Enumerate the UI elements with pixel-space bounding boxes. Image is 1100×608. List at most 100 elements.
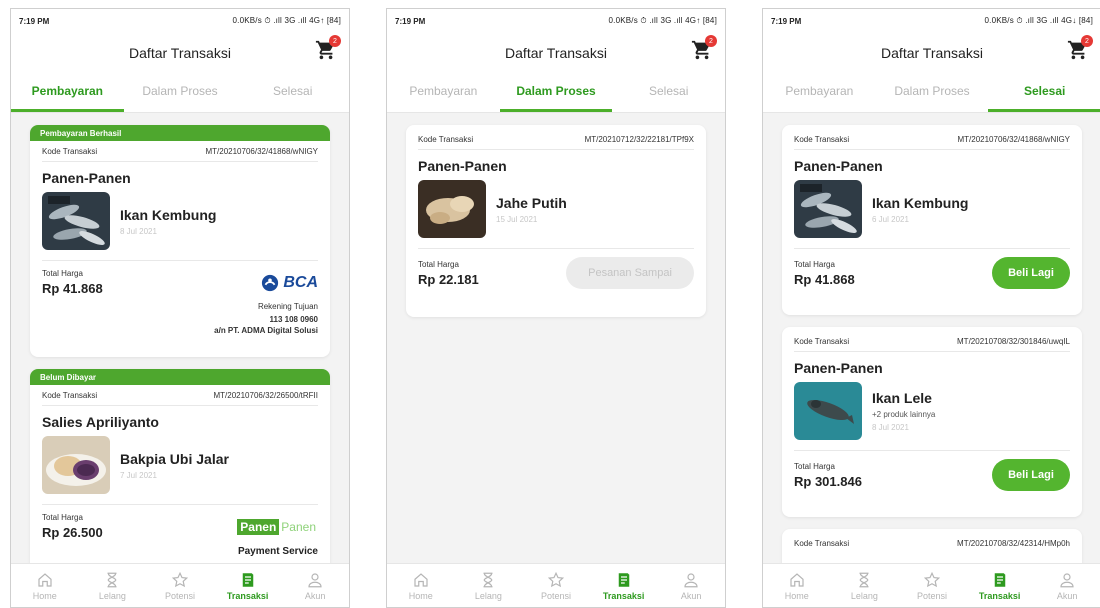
bca-logo: BCA (261, 274, 318, 292)
transaction-code-row: Kode Transaksi MT/20210708/32/42314/HMp0… (794, 529, 1070, 553)
product-date: 6 Jul 2021 (872, 214, 909, 224)
account-owner: a/n PT. ADMA Digital Solusi (214, 326, 318, 335)
transaction-code-row: Kode Transaksi MT/20210712/32/22181/TPf9… (418, 125, 694, 150)
tab-pembayaran[interactable]: Pembayaran (763, 73, 876, 112)
total-value: Rp 41.868 (794, 271, 855, 287)
nav-akun[interactable]: Akun (657, 564, 725, 607)
transaction-code: MT/20210706/32/41868/wNIGY (205, 147, 318, 156)
phone-pembayaran: 7:19 PM 0.0KB/s ⏱ .ıll 3G .ıll 4G↑ [84] … (10, 8, 350, 608)
app-header: Daftar Transaksi 2 (11, 33, 349, 73)
beli-lagi-button[interactable]: Beli Lagi (992, 257, 1070, 289)
total-value: Rp 41.868 (42, 281, 103, 296)
transaction-card[interactable]: Kode Transaksi MT/20210712/32/22181/TPf9… (406, 125, 706, 317)
transaction-code-label: Kode Transaksi (418, 135, 474, 144)
divider (794, 248, 1070, 249)
cart-button[interactable]: 2 (315, 35, 341, 61)
nav-lelang[interactable]: Lelang (455, 564, 523, 607)
home-icon (790, 572, 804, 587)
nav-transaksi[interactable]: Transaksi (214, 564, 282, 607)
transaction-card[interactable]: Kode Transaksi MT/20210708/32/42314/HMp0… (782, 529, 1082, 563)
merchant-name: Salies Apriliyanto (42, 414, 159, 430)
product-image (794, 180, 862, 238)
nav-lelang[interactable]: Lelang (831, 564, 899, 607)
app-header: Daftar Transaksi 2 (763, 33, 1100, 73)
transaction-code-row: Kode Transaksi MT/20210706/32/26500/tRFI… (42, 385, 318, 406)
product-name: Jahe Putih (496, 194, 567, 211)
page-title: Daftar Transaksi (129, 45, 231, 61)
transaction-card[interactable]: Belum Dibayar Kode Transaksi MT/20210706… (30, 369, 330, 563)
merchant-name: Panen-Panen (794, 158, 883, 174)
nav-transaksi[interactable]: Transaksi (590, 564, 658, 607)
bank-info: Rekening Tujuan 113 108 0960 a/n PT. ADM… (42, 302, 318, 335)
star-icon (923, 571, 941, 587)
app-header: Daftar Transaksi 2 (387, 33, 725, 73)
tab-dalam-proses[interactable]: Dalam Proses (124, 73, 237, 112)
tab-dalam-proses[interactable]: Dalam Proses (499, 73, 613, 112)
transaction-code-label: Kode Transaksi (42, 147, 98, 156)
product-date: 15 Jul 2021 (496, 214, 538, 224)
transaction-list: Pembayaran Berhasil Kode Transaksi MT/20… (11, 113, 349, 563)
tab-selesai[interactable]: Selesai (612, 73, 725, 112)
divider (42, 260, 318, 261)
tab-bar: Pembayaran Dalam Proses Selesai (11, 73, 349, 113)
product-name: Ikan Lele (872, 390, 932, 406)
pesanan-sampai-button[interactable]: Pesanan Sampai (566, 257, 694, 289)
product-row: Ikan Kembung 8 Jul 2021 (42, 192, 318, 250)
cart-button[interactable]: 2 (1067, 35, 1093, 61)
hourglass-icon (483, 572, 493, 587)
account-number: 113 108 0960 (269, 315, 319, 324)
transaction-code-label: Kode Transaksi (794, 337, 850, 346)
bottom-nav: Home Lelang Potensi Transaksi Akun (11, 563, 349, 607)
status-badge: Pembayaran Berhasil (30, 125, 330, 141)
transaction-card[interactable]: Pembayaran Berhasil Kode Transaksi MT/20… (30, 125, 330, 357)
total-value: Rp 26.500 (42, 525, 103, 540)
cart-badge: 2 (705, 35, 717, 47)
cart-button[interactable]: 2 (691, 35, 717, 61)
receipt-icon (618, 572, 629, 587)
transaction-code: MT/20210708/32/301846/uwqIL (957, 337, 1070, 346)
status-badge: Belum Dibayar (30, 369, 330, 385)
tab-pembayaran[interactable]: Pembayaran (11, 73, 124, 112)
tab-selesai[interactable]: Selesai (988, 73, 1100, 112)
product-image (418, 180, 486, 238)
user-icon (684, 572, 698, 587)
tab-bar: Pembayaran Dalam Proses Selesai (387, 73, 725, 113)
total-row: Total Harga Rp 301.846 Beli Lagi (794, 459, 1070, 491)
tab-pembayaran[interactable]: Pembayaran (387, 73, 500, 112)
nav-akun[interactable]: Akun (1033, 564, 1100, 607)
rekening-label: Rekening Tujuan (257, 302, 318, 311)
nav-home[interactable]: Home (763, 564, 831, 607)
nav-potensi[interactable]: Potensi (146, 564, 214, 607)
hourglass-icon (859, 572, 869, 587)
product-row: Ikan Kembung 6 Jul 2021 (794, 180, 1070, 238)
product-row: Ikan Lele +2 produk lainnya 8 Jul 2021 (794, 382, 1070, 440)
nav-potensi[interactable]: Potensi (522, 564, 590, 607)
nav-home[interactable]: Home (387, 564, 455, 607)
product-name: Ikan Kembung (872, 194, 969, 211)
total-row: Total Harga Rp 41.868 Beli Lagi (794, 257, 1070, 289)
total-label: Total Harga (42, 269, 83, 278)
transaction-card[interactable]: Kode Transaksi MT/20210706/32/41868/wNIG… (782, 125, 1082, 315)
merchant-name: Panen-Panen (418, 158, 507, 174)
nav-home[interactable]: Home (11, 564, 79, 607)
nav-transaksi[interactable]: Transaksi (966, 564, 1034, 607)
status-indicators: 0.0KB/s ⏱ .ıll 3G .ıll 4G↑ [84] (608, 16, 717, 25)
transaction-code: MT/20210706/32/26500/tRFII (213, 391, 318, 400)
tab-dalam-proses[interactable]: Dalam Proses (876, 73, 989, 112)
transaction-code-label: Kode Transaksi (794, 135, 850, 144)
cart-badge: 2 (329, 35, 341, 47)
nav-akun[interactable]: Akun (281, 564, 349, 607)
tab-selesai[interactable]: Selesai (236, 73, 349, 112)
total-label: Total Harga (42, 513, 83, 522)
status-indicators: 0.0KB/s ⏱ .ıll 3G .ıll 4G↑ [84] (232, 16, 341, 25)
product-date: 8 Jul 2021 (120, 226, 157, 236)
transaction-card[interactable]: Kode Transaksi MT/20210708/32/301846/uwq… (782, 327, 1082, 517)
user-icon (308, 572, 322, 587)
bottom-nav: Home Lelang Potensi Transaksi Akun (763, 563, 1100, 607)
beli-lagi-button[interactable]: Beli Lagi (992, 459, 1070, 491)
product-row: Bakpia Ubi Jalar 7 Jul 2021 (42, 436, 318, 494)
status-bar: 7:19 PM 0.0KB/s ⏱ .ıll 3G .ıll 4G↑ [84] (387, 9, 725, 33)
nav-potensi[interactable]: Potensi (898, 564, 966, 607)
phone-dalam-proses: 7:19 PM 0.0KB/s ⏱ .ıll 3G .ıll 4G↑ [84] … (386, 8, 726, 608)
nav-lelang[interactable]: Lelang (79, 564, 147, 607)
